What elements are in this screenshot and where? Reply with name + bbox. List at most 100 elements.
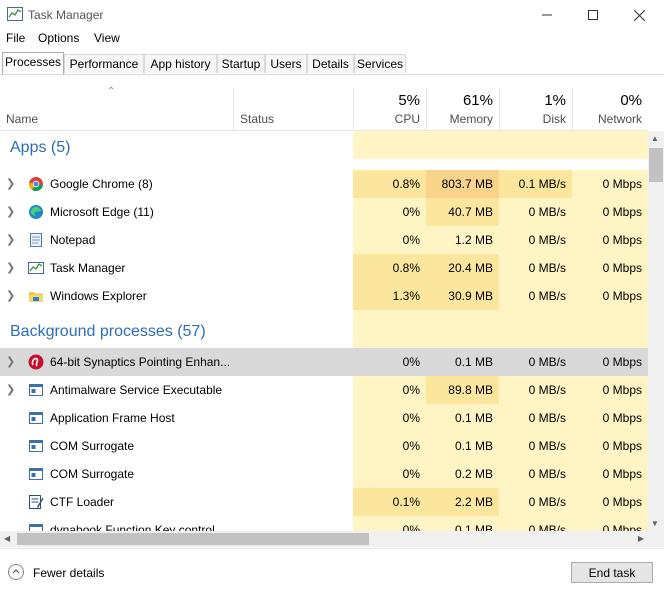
vertical-scrollbar[interactable]: ▲ ▼: [648, 131, 664, 531]
maximize-button[interactable]: [570, 0, 616, 30]
end-task-button[interactable]: End task: [571, 562, 653, 583]
memory-cell: 1.2 MB: [426, 226, 499, 254]
service-icon: [29, 468, 43, 480]
menu-view[interactable]: View: [94, 31, 120, 45]
disk-cell: 0 MB/s: [499, 226, 572, 254]
expand-chevron-icon[interactable]: ❯: [6, 254, 15, 282]
network-cell: 0 Mbps: [572, 488, 648, 516]
cpu-cell: 0%: [353, 226, 426, 254]
network-cell: 0 Mbps: [572, 198, 648, 226]
column-name-label: Name: [6, 112, 39, 126]
task-manager-icon: [28, 262, 44, 274]
process-name: Application Frame Host: [50, 411, 175, 425]
tab-performance[interactable]: Performance: [64, 54, 144, 73]
menu-file[interactable]: File: [6, 31, 25, 45]
expand-chevron-icon[interactable]: ❯: [6, 198, 15, 226]
tab-app-history[interactable]: App history: [144, 54, 217, 73]
network-total: 0%: [620, 92, 642, 109]
process-row[interactable]: CTF Loader 0.1% 2.2 MB 0 MB/s 0 Mbps: [0, 488, 648, 516]
tab-details[interactable]: Details: [307, 54, 354, 73]
vertical-scroll-thumb[interactable]: [649, 148, 663, 182]
expand-chevron-icon[interactable]: ❯: [6, 226, 15, 254]
cpu-cell: 0%: [402, 355, 420, 369]
disk-cell: 0 MB/s: [499, 254, 572, 282]
cpu-cell: 0%: [353, 376, 426, 404]
close-icon: [633, 9, 645, 22]
cpu-cell: [353, 131, 426, 159]
group-header-apps: Apps (5): [0, 131, 648, 159]
memory-cell: 40.7 MB: [426, 198, 499, 226]
menu-options[interactable]: Options: [38, 31, 79, 45]
process-name: Microsoft Edge (11): [50, 205, 154, 219]
column-memory[interactable]: 61% Memory: [426, 88, 499, 130]
column-network[interactable]: 0% Network: [572, 88, 648, 130]
column-cpu[interactable]: 5% CPU: [353, 88, 426, 130]
disk-cell: 0 MB/s: [499, 488, 572, 516]
expand-chevron-icon[interactable]: ❯: [6, 376, 15, 404]
column-status[interactable]: Status: [233, 88, 353, 130]
chrome-icon: [28, 177, 43, 192]
process-row[interactable]: Application Frame Host 0% 0.1 MB 0 MB/s …: [0, 404, 648, 432]
process-row[interactable]: ❯ Windows Explorer 1.3% 30.9 MB 0 MB/s 0…: [0, 282, 648, 310]
minimize-button[interactable]: [524, 0, 570, 30]
chevron-up-icon[interactable]: [8, 564, 24, 580]
expand-chevron-icon[interactable]: ❯: [6, 348, 15, 376]
process-row[interactable]: ❯ Microsoft Edge (11) 0% 40.7 MB 0 MB/s …: [0, 198, 648, 226]
disk-total: 1%: [544, 92, 566, 109]
column-disk[interactable]: 1% Disk: [499, 88, 572, 130]
disk-cell: 0 MB/s: [499, 460, 572, 488]
network-cell: 0 Mbps: [572, 282, 648, 310]
horizontal-scrollbar[interactable]: ◀ ▶: [0, 531, 648, 547]
process-row[interactable]: COM Surrogate 0% 0.2 MB 0 MB/s 0 Mbps: [0, 460, 648, 488]
process-name: CTF Loader: [50, 495, 115, 509]
scroll-left-icon[interactable]: ◀: [4, 534, 10, 543]
minimize-icon: [542, 14, 552, 16]
tab-services[interactable]: Services: [354, 54, 406, 73]
window-title: Task Manager: [28, 8, 104, 22]
network-cell: 0 Mbps: [572, 460, 648, 488]
tab-startup[interactable]: Startup: [217, 54, 265, 73]
network-cell: 0 Mbps: [602, 355, 642, 369]
process-row[interactable]: ❯ 64-bit Synaptics Pointing Enhan... 0% …: [0, 348, 648, 376]
process-name: COM Surrogate: [50, 439, 135, 453]
scroll-up-icon[interactable]: ▲: [651, 134, 659, 143]
memory-cell: 30.9 MB: [426, 282, 499, 310]
horizontal-scroll-thumb[interactable]: [17, 533, 369, 545]
scroll-down-icon[interactable]: ▼: [651, 519, 659, 528]
service-icon: [29, 384, 43, 396]
process-row[interactable]: ❯ Antimalware Service Executable 0% 89.8…: [0, 376, 648, 404]
fewer-details-link[interactable]: Fewer details: [33, 566, 104, 580]
cpu-cell: 0%: [353, 198, 426, 226]
tab-users[interactable]: Users: [265, 54, 307, 73]
memory-cell: [426, 131, 499, 159]
memory-cell: 803.7 MB: [426, 170, 499, 198]
process-name: 64-bit Synaptics Pointing Enhan...: [50, 355, 231, 369]
expand-chevron-icon[interactable]: ❯: [6, 282, 15, 310]
disk-cell: 0 MB/s: [528, 355, 566, 369]
scroll-right-icon[interactable]: ▶: [638, 534, 644, 543]
title-bar: Task Manager: [0, 0, 664, 30]
edge-icon: [29, 205, 43, 219]
process-name: Task Manager: [50, 261, 126, 275]
expand-chevron-icon[interactable]: ❯: [6, 170, 15, 198]
process-row[interactable]: ❯ Task Manager 0.8% 20.4 MB 0 MB/s 0 Mbp…: [0, 254, 648, 282]
memory-cell: 20.4 MB: [426, 254, 499, 282]
process-row[interactable]: dynabook Function Key control 0% 0.1 MB …: [0, 516, 648, 531]
process-name: Windows Explorer: [50, 289, 147, 303]
disk-cell: 0 MB/s: [499, 516, 572, 531]
cpu-cell: 0%: [353, 460, 426, 488]
process-row[interactable]: ❯ Google Chrome (8) 0.8% 803.7 MB 0.1 MB…: [0, 170, 648, 198]
network-cell: 0 Mbps: [572, 376, 648, 404]
process-name: COM Surrogate: [50, 467, 135, 481]
process-row[interactable]: ❯ Notepad 0% 1.2 MB 0 MB/s 0 Mbps: [0, 226, 648, 254]
disk-cell: 0 MB/s: [499, 404, 572, 432]
disk-cell: [499, 310, 572, 348]
column-name[interactable]: ⌃ Name: [0, 86, 233, 130]
cpu-total: 5%: [398, 92, 420, 109]
process-row[interactable]: COM Surrogate 0% 0.1 MB 0 MB/s 0 Mbps: [0, 432, 648, 460]
cpu-cell: 0%: [353, 404, 426, 432]
close-button[interactable]: [616, 0, 662, 30]
cpu-cell: 0.1%: [353, 488, 426, 516]
group-title-apps: Apps (5): [10, 139, 71, 156]
tab-processes[interactable]: Processes: [2, 52, 64, 74]
